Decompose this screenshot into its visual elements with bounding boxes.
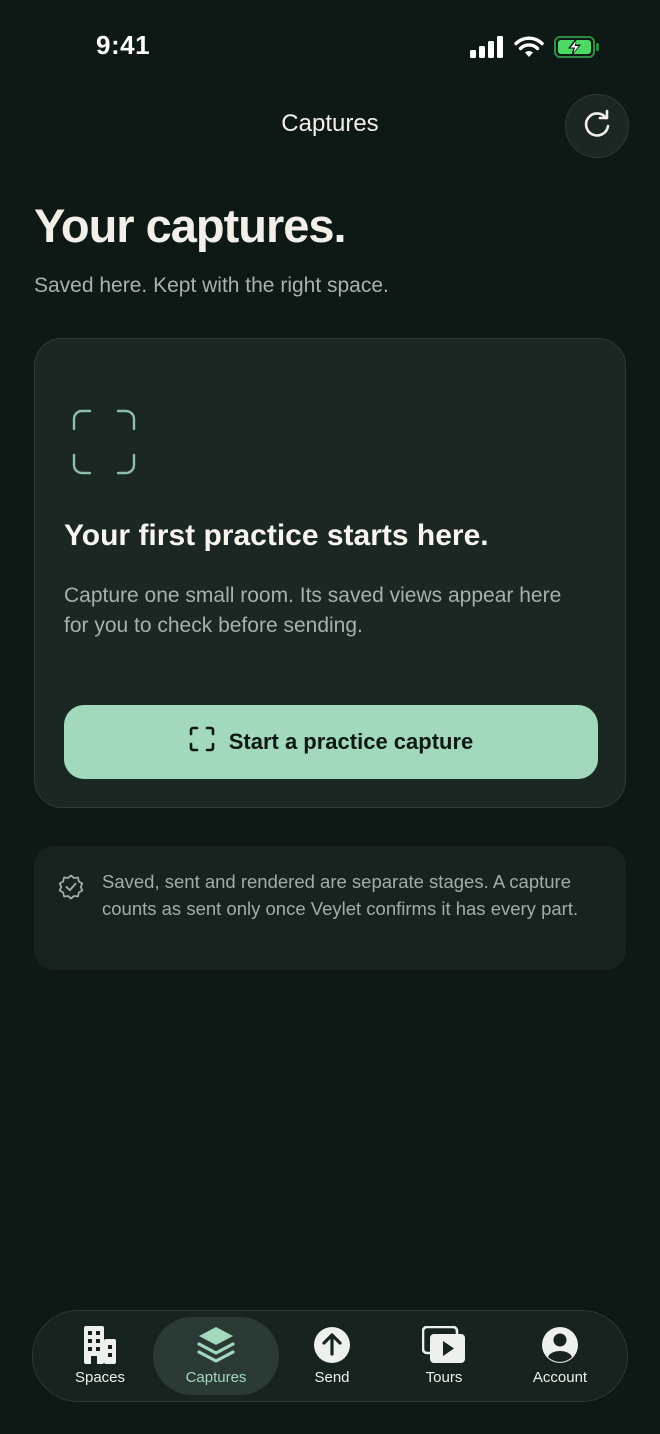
card-title: Your first practice starts here. <box>64 519 489 552</box>
info-note: Saved, sent and rendered are separate st… <box>34 846 626 970</box>
tab-label-send: Send <box>314 1369 350 1386</box>
captures-screen: 9:41 Captures Your captures. Saved here.… <box>0 0 660 1434</box>
start-practice-capture-button[interactable]: Start a practice capture <box>64 705 598 779</box>
battery-charging-icon <box>554 36 600 63</box>
cta-label: Start a practice capture <box>228 729 474 754</box>
status-time: 9:41 <box>96 30 151 60</box>
refresh-icon <box>580 107 614 146</box>
user-circle-icon <box>541 1325 579 1365</box>
tab-captures[interactable]: Captures <box>153 1317 279 1395</box>
tab-label-account: Account <box>532 1369 588 1386</box>
nav-title: Captures <box>281 110 379 137</box>
play-gallery-icon <box>422 1325 466 1365</box>
tab-spaces[interactable]: Spaces <box>55 1317 145 1395</box>
building-icon <box>82 1325 118 1365</box>
tab-send[interactable]: Send <box>287 1317 377 1395</box>
tab-account[interactable]: Account <box>515 1317 605 1395</box>
cellular-signal-icon <box>470 36 504 63</box>
page-subtitle: Saved here. Kept with the right space. <box>34 274 389 297</box>
tab-label-tours: Tours <box>425 1369 463 1386</box>
tab-bar: Spaces Captures Send Tours Account <box>32 1310 628 1402</box>
note-text: Saved, sent and rendered are separate st… <box>102 871 579 919</box>
tab-label-captures: Captures <box>185 1369 247 1386</box>
scan-frame-icon <box>189 726 215 758</box>
card-body: Capture one small room. Its saved views … <box>64 584 562 637</box>
upload-arrow-icon <box>313 1325 351 1365</box>
layers-icon <box>196 1325 236 1365</box>
verified-badge-icon <box>58 874 84 905</box>
refresh-button[interactable] <box>565 94 629 158</box>
capture-frame-icon <box>71 409 137 480</box>
empty-state-card: Your first practice starts here. Capture… <box>34 338 626 808</box>
page-title: Your captures. <box>34 199 347 252</box>
tab-tours[interactable]: Tours <box>399 1317 489 1395</box>
wifi-icon <box>514 36 544 63</box>
tab-label-spaces: Spaces <box>74 1369 126 1386</box>
status-icons <box>470 36 600 63</box>
